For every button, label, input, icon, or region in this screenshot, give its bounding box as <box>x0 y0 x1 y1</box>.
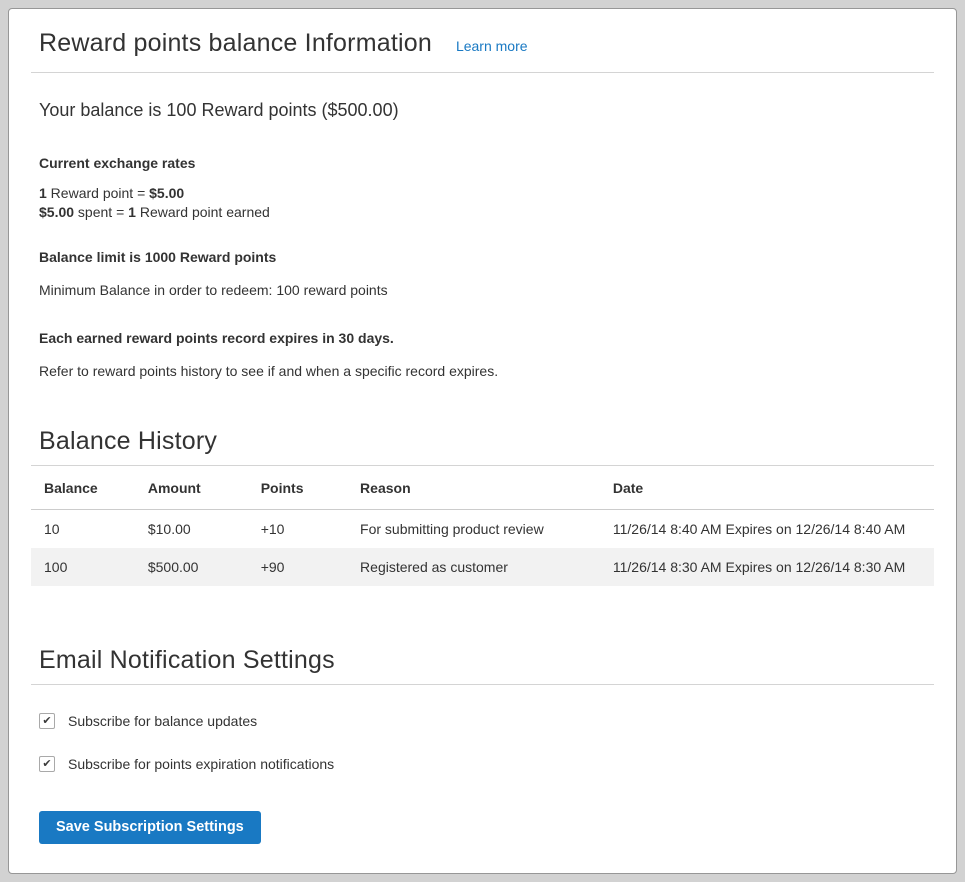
balance-limit-heading: Balance limit is 1000 Reward points <box>39 249 934 265</box>
column-header-balance: Balance <box>31 466 135 510</box>
rate-line-1: 1 Reward point = $5.00 <box>39 184 934 203</box>
expiry-note: Refer to reward points history to see if… <box>39 362 934 380</box>
page-background: Reward points balance Information Learn … <box>0 0 965 882</box>
cell-date: 11/26/14 8:40 AM Expires on 12/26/14 8:4… <box>600 510 934 549</box>
learn-more-link[interactable]: Learn more <box>456 38 528 54</box>
minimum-redeem-note: Minimum Balance in order to redeem: 100 … <box>39 281 934 299</box>
expiration-notifications-checkbox[interactable] <box>39 756 55 772</box>
save-subscription-button[interactable]: Save Subscription Settings <box>39 811 261 844</box>
option-label: Subscribe for balance updates <box>68 713 257 729</box>
option-balance-updates: Subscribe for balance updates <box>39 713 934 729</box>
exchange-rates-heading: Current exchange rates <box>39 155 934 171</box>
option-expiration-notifications: Subscribe for points expiration notifica… <box>39 756 934 772</box>
column-header-points: Points <box>248 466 347 510</box>
cell-amount: $10.00 <box>135 510 248 549</box>
table-row: 10 $10.00 +10 For submitting product rev… <box>31 510 934 549</box>
cell-points: +10 <box>248 510 347 549</box>
cell-points: +90 <box>248 548 347 586</box>
balance-info-section: Your balance is 100 Reward points ($500.… <box>31 98 934 380</box>
option-label: Subscribe for points expiration notifica… <box>68 756 334 772</box>
panel-header: Reward points balance Information Learn … <box>31 21 934 73</box>
cell-amount: $500.00 <box>135 548 248 586</box>
balance-updates-checkbox[interactable] <box>39 713 55 729</box>
expiry-heading: Each earned reward points record expires… <box>39 330 934 346</box>
page-title: Reward points balance Information <box>39 29 432 58</box>
cell-balance: 10 <box>31 510 135 549</box>
column-header-date: Date <box>600 466 934 510</box>
exchange-rates: 1 Reward point = $5.00 $5.00 spent = 1 R… <box>39 184 934 222</box>
reward-points-panel: Reward points balance Information Learn … <box>8 8 957 874</box>
cell-reason: Registered as customer <box>347 548 600 586</box>
column-header-reason: Reason <box>347 466 600 510</box>
table-header-row: Balance Amount Points Reason Date <box>31 466 934 510</box>
table-row: 100 $500.00 +90 Registered as customer 1… <box>31 548 934 586</box>
notification-options: Subscribe for balance updates Subscribe … <box>31 713 934 772</box>
cell-reason: For submitting product review <box>347 510 600 549</box>
cell-balance: 100 <box>31 548 135 586</box>
rate-line-2: $5.00 spent = 1 Reward point earned <box>39 203 934 222</box>
balance-history-table: Balance Amount Points Reason Date 10 $10… <box>31 466 934 586</box>
column-header-amount: Amount <box>135 466 248 510</box>
balance-history-title: Balance History <box>31 427 934 466</box>
balance-summary: Your balance is 100 Reward points ($500.… <box>39 98 934 122</box>
email-notification-title: Email Notification Settings <box>31 646 934 685</box>
cell-date: 11/26/14 8:30 AM Expires on 12/26/14 8:3… <box>600 548 934 586</box>
